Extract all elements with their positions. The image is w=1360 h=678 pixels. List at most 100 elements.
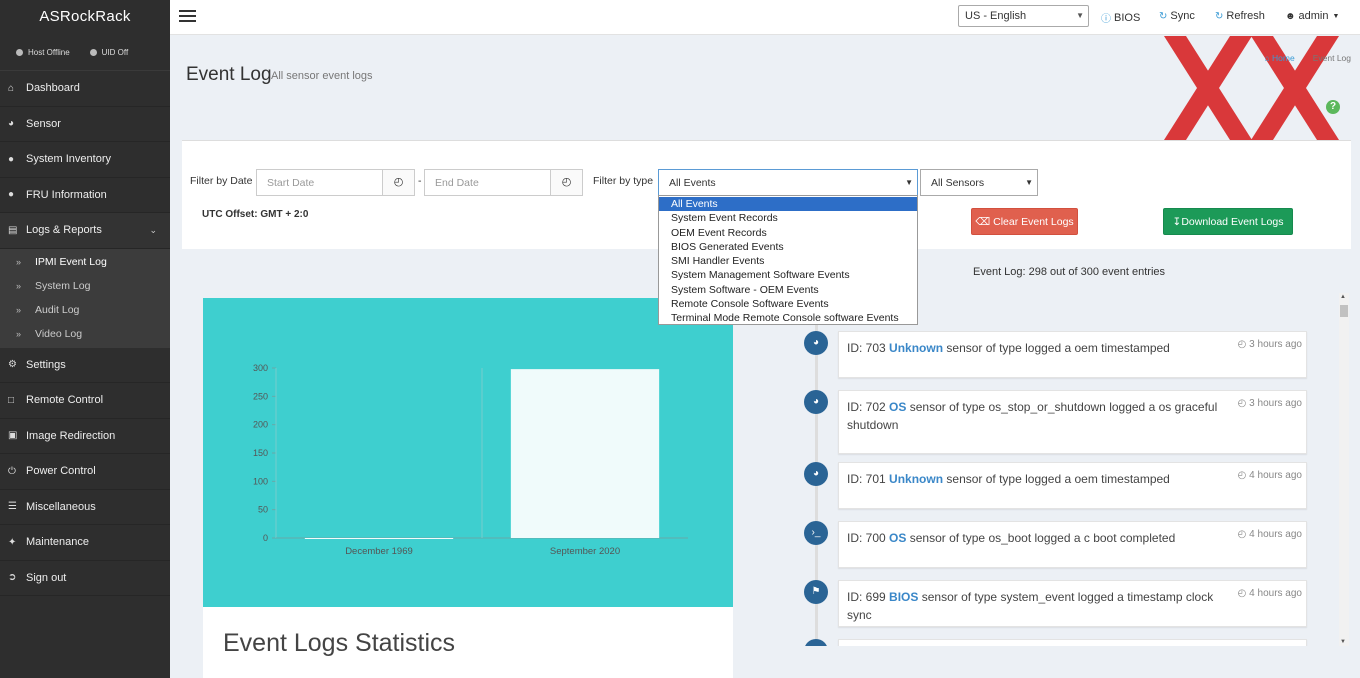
event-card[interactable]: ID: 703 Unknown sensor of type logged a … [838,331,1307,378]
uid-status: UID Off [89,48,128,57]
end-date-input[interactable]: End Date [424,169,551,196]
wrench-icon: ✦ [8,536,17,548]
chevron-down-icon: ⌄ [149,225,157,235]
language-select[interactable]: US - English ▼ [958,5,1089,27]
sidebar-item-miscellaneous[interactable]: ☰ Miscellaneous [0,490,170,526]
double-chevron-right-icon: » [16,328,22,339]
event-source[interactable]: OS [889,531,906,545]
event-type-select[interactable]: All Events ▼ [658,169,918,196]
sidebar-item-sign-out[interactable]: ➲ Sign out [0,561,170,597]
clock-icon: ◴ [1237,588,1250,599]
filter-type-label: Filter by type [593,175,654,187]
start-date-input[interactable]: Start Date [256,169,383,196]
list-icon: ☰ [8,501,17,513]
event-card[interactable]: ID: 699 BIOS sensor of type system_event… [838,580,1307,627]
caret-down-icon: ▼ [1076,11,1084,20]
event-card[interactable]: ID: 700 OS sensor of type os_boot logged… [838,521,1307,568]
help-icon[interactable]: ? [1326,100,1340,114]
stats-title: Event Logs Statistics [223,629,456,657]
event-type-dropdown-list: All Events System Event Records OEM Event … [658,195,918,325]
refresh-link[interactable]: ↻ Refresh [1215,10,1265,22]
gauge-icon: ◕ [804,462,828,486]
event-source[interactable]: Unknown [889,472,943,486]
x-tick-label: December 1969 [345,546,413,557]
power-icon: ⏻ [8,465,16,477]
event-card[interactable]: ID: 702 OS sensor of type os_stop_or_shu… [838,390,1307,454]
sidebar-item-settings[interactable]: ⚙ Settings [0,348,170,384]
drive-icon: ▣ [8,430,18,442]
start-date-clock-icon[interactable]: ◴ [382,169,415,196]
sync-icon: ↻ [1159,10,1168,22]
event-card[interactable] [838,639,1307,646]
dropdown-option[interactable]: BIOS Generated Events [659,240,917,254]
dropdown-option[interactable]: Remote Console Software Events [659,297,917,311]
sidebar-item-dashboard[interactable]: ⌂ Dashboard [0,71,170,107]
dropdown-option[interactable]: System Software - OEM Events [659,283,917,297]
event-card[interactable]: ID: 701 Unknown sensor of type logged a … [838,462,1307,509]
dropdown-option[interactable]: System Event Records [659,211,917,225]
event-time: ◴ 3 hours ago [1237,339,1302,350]
uid-status-dot-icon [89,49,97,56]
status-row: Host Offline UID Off [0,35,170,71]
gauge-icon: ◕ [8,118,15,130]
clock-icon: ◴ [1237,470,1250,481]
double-chevron-right-icon: » [16,257,22,268]
event-source[interactable]: OS [889,400,906,414]
clock-icon: ◴ [1237,339,1250,350]
sidebar-item-image-redirection[interactable]: ▣ Image Redirection [0,419,170,455]
top-bar: US - English ▼ ⓘ BIOS ↻ Sync ↻ Refresh ☻ admi… [170,0,1360,35]
info-icon: ● [8,153,15,165]
hamburger-menu-icon[interactable] [179,10,196,22]
sidebar-item-fru-information[interactable]: ● FRU Information [0,178,170,213]
event-time: ◴ 4 hours ago [1237,470,1302,481]
sidebar-item-system-log[interactable]: » System Log [0,274,170,298]
scroll-up-icon[interactable]: ▲ [1340,294,1346,300]
event-time: ◴ 3 hours ago [1237,398,1302,409]
sidebar-item-system-inventory[interactable]: ● System Inventory [0,142,170,178]
scroll-down-icon[interactable]: ▼ [1340,639,1346,645]
sidebar-item-maintenance[interactable]: ✦ Maintenance [0,525,170,561]
user-icon: ☻ [1285,10,1296,22]
sensor-select[interactable]: All Sensors ▼ [920,169,1038,196]
dropdown-option[interactable]: SMI Handler Events [659,254,917,268]
gauge-icon: ◕ [804,390,828,414]
home-icon: ⌂ [1264,53,1273,63]
brand-watermark-icon [1164,36,1339,140]
breadcrumb-home[interactable]: ⌂ Home [1265,53,1295,63]
dropdown-option[interactable]: All Events [659,197,917,212]
sidebar-item-audit-log[interactable]: » Audit Log [0,298,170,322]
double-chevron-right-icon: » [16,304,22,315]
end-date-clock-icon[interactable]: ◴ [550,169,583,196]
bios-link[interactable]: ⓘ BIOS [1101,10,1140,26]
download-event-logs-button[interactable]: ↧Download Event Logs [1163,208,1293,235]
stats-panel: Event Logs Statistics [203,607,733,678]
dropdown-option[interactable]: OEM Event Records [659,226,917,240]
dashboard-icon: ⌂ [8,82,15,94]
sidebar-item-ipmi-event-log[interactable]: » IPMI Event Log [0,251,170,275]
sidebar-item-video-log[interactable]: » Video Log [0,322,170,346]
download-icon: ↧ [1172,216,1182,228]
caret-down-icon: ▼ [1332,12,1340,20]
user-menu[interactable]: ☻ admin ▼ [1285,10,1339,22]
sidebar-item-sensor[interactable]: ◕ Sensor [0,107,170,142]
bar-chart-icon: ▤ [8,224,18,236]
y-tick-label: 150 [253,448,268,458]
event-source[interactable]: Unknown [889,341,943,355]
dropdown-option[interactable]: System Management Software Events [659,268,917,282]
chart-bar [304,538,454,539]
logs-submenu: » IPMI Event Log » System Log » Audit Log »… [0,248,170,348]
sidebar-item-remote-control[interactable]: □ Remote Control [0,383,170,419]
scroll-thumb[interactable] [1340,305,1348,317]
sync-link[interactable]: ↻ Sync [1159,10,1195,22]
clock-icon: ◴ [1237,398,1250,409]
clear-event-logs-button[interactable]: ⌫ Clear Event Logs [971,208,1078,235]
timeline-scrollbar[interactable]: ▲ ▼ [1339,293,1349,646]
breadcrumb-current: Event Log [1312,53,1351,63]
sidebar-item-logs-reports[interactable]: ▤ Logs & Reports ⌄ [0,213,170,249]
info-circle-icon: ⓘ [1101,14,1111,25]
dropdown-option[interactable]: Terminal Mode Remote Console software Ev… [659,311,917,325]
sidebar-item-power-control[interactable]: ⏻ Power Control [0,454,170,490]
breadcrumb: ⌂ Home Event Log [1265,53,1351,63]
event-source[interactable]: BIOS [889,590,918,604]
date-separator: - [418,175,422,187]
